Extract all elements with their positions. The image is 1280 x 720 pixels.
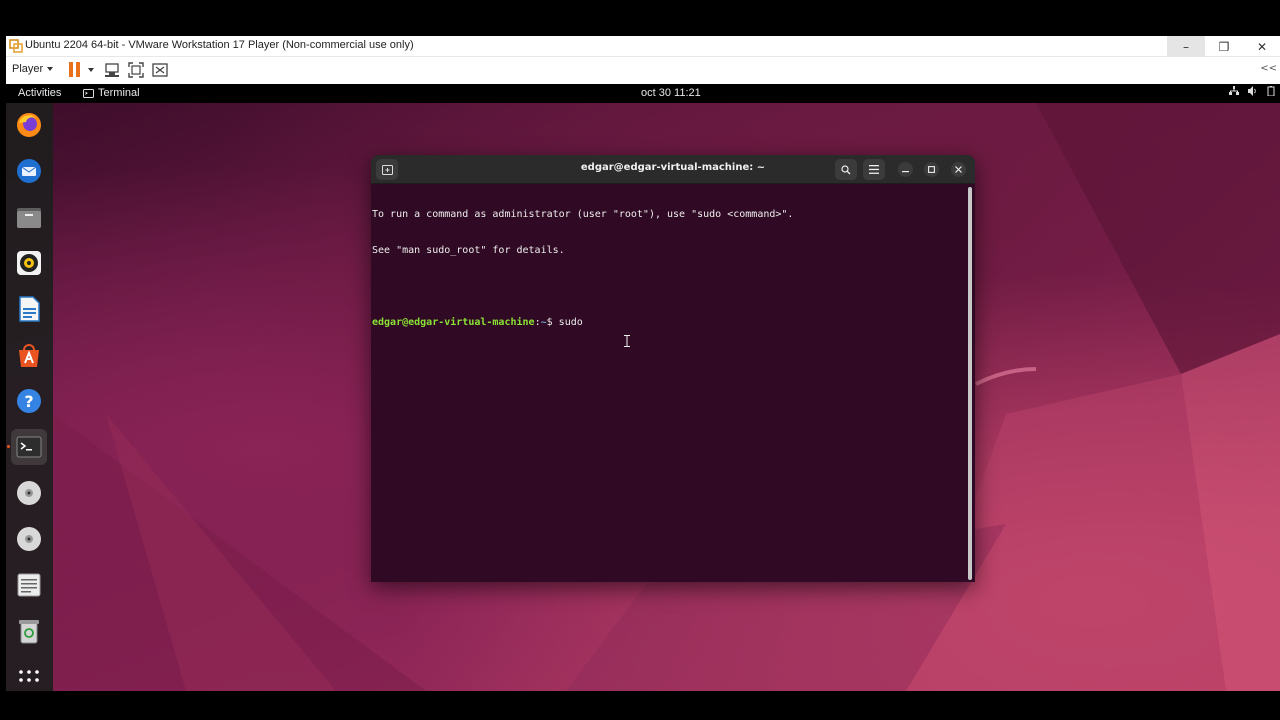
terminal-close-button[interactable] [951, 162, 966, 177]
unity-mode-icon[interactable] [151, 61, 169, 79]
svg-text:?: ? [24, 392, 33, 411]
toolbar-overflow-icon[interactable]: << [1260, 63, 1277, 74]
ubuntu-dock: ? [6, 103, 53, 691]
terminal-maximize-button[interactable] [924, 162, 939, 177]
minimize-icon [902, 171, 909, 173]
dock-item-cd-drive-1[interactable] [11, 475, 47, 511]
prompt-symbol: $ [546, 317, 559, 328]
trash-icon [19, 620, 39, 644]
clock[interactable]: oct 30 11:21 [641, 87, 701, 99]
disc-icon [17, 527, 41, 551]
dock-item-writer[interactable] [11, 291, 47, 327]
network-icon [1229, 86, 1239, 99]
writer-icon [19, 296, 40, 322]
menu-icon [869, 165, 879, 174]
text-cursor-icon [624, 335, 630, 347]
terminal-small-icon [83, 88, 94, 98]
prompt-user-host: edgar@edgar-virtual-machine [372, 317, 535, 328]
dock-item-thunderbird[interactable] [11, 153, 47, 189]
thunderbird-icon [17, 159, 41, 183]
terminal-output[interactable]: To run a command as administrator (user … [372, 185, 966, 582]
dock-item-text-editor[interactable] [11, 567, 47, 603]
help-icon: ? [17, 389, 41, 413]
search-icon [841, 164, 851, 174]
volume-icon [1248, 86, 1258, 99]
pause-options-chevron-icon[interactable] [88, 68, 94, 72]
system-tray[interactable] [1229, 86, 1280, 99]
terminal-line: See "man sudo_root" for details. [372, 245, 565, 256]
apps-grid-icon [19, 670, 39, 682]
terminal-prompt-line: edgar@edgar-virtual-machine:~$ sudo [372, 317, 966, 329]
terminal-scrollbar[interactable] [968, 187, 972, 580]
app-menu-label: Terminal [98, 87, 140, 99]
ubuntu-desktop: Activities Terminal oct 30 11:21 ? edgar… [6, 84, 1280, 691]
vmware-logo-icon [9, 39, 23, 53]
dock-item-help[interactable]: ? [11, 383, 47, 419]
rhythmbox-icon [17, 251, 41, 275]
dock-item-firefox[interactable] [11, 107, 47, 143]
disc-icon [17, 481, 41, 505]
close-icon [955, 166, 962, 173]
show-applications-button[interactable] [11, 665, 47, 687]
minimize-button[interactable]: – [1167, 36, 1205, 57]
vmware-window-title: Ubuntu 2204 64-bit - VMware Workstation … [25, 39, 414, 51]
firefox-icon [17, 113, 41, 137]
letterbox-bottom [0, 691, 1280, 720]
software-icon [19, 344, 39, 367]
player-menu-label: Player [12, 63, 44, 75]
search-button[interactable] [835, 159, 857, 180]
running-indicator [7, 445, 10, 448]
terminal-window[interactable]: edgar@edgar-virtual-machine: ~ To run a … [371, 155, 975, 582]
restore-button[interactable]: ❐ [1205, 36, 1243, 57]
files-icon [17, 208, 41, 228]
send-ctrl-alt-del-icon[interactable] [103, 61, 121, 79]
player-menu-button[interactable]: Player [12, 63, 54, 75]
maximize-icon [928, 166, 935, 173]
terminal-line: To run a command as administrator (user … [372, 209, 794, 220]
vmware-titlebar: Ubuntu 2204 64-bit - VMware Workstation … [6, 36, 1280, 57]
activities-button[interactable]: Activities [18, 87, 61, 99]
terminal-icon [16, 436, 42, 458]
dock-item-cd-drive-2[interactable] [11, 521, 47, 557]
close-button[interactable]: ✕ [1243, 36, 1280, 57]
app-menu-terminal[interactable]: Terminal [83, 87, 140, 99]
command-input[interactable]: sudo [559, 317, 583, 328]
hamburger-menu-button[interactable] [863, 159, 885, 180]
pause-button[interactable] [69, 62, 81, 77]
dock-item-trash[interactable] [11, 613, 47, 649]
dock-item-terminal[interactable] [11, 429, 47, 465]
dock-item-files[interactable] [11, 199, 47, 235]
dock-item-software[interactable] [11, 337, 47, 373]
dock-item-rhythmbox[interactable] [11, 245, 47, 281]
text-editor-icon [17, 573, 41, 597]
fullscreen-icon[interactable] [127, 61, 145, 79]
chevron-down-icon [47, 67, 54, 71]
letterbox-top [0, 0, 1280, 36]
terminal-minimize-button[interactable] [898, 162, 913, 177]
power-icon [1267, 86, 1275, 99]
terminal-headerbar[interactable]: edgar@edgar-virtual-machine: ~ [371, 155, 975, 184]
vmware-toolbar: Player << [6, 57, 1280, 84]
gnome-top-bar: Activities Terminal oct 30 11:21 [6, 84, 1280, 103]
